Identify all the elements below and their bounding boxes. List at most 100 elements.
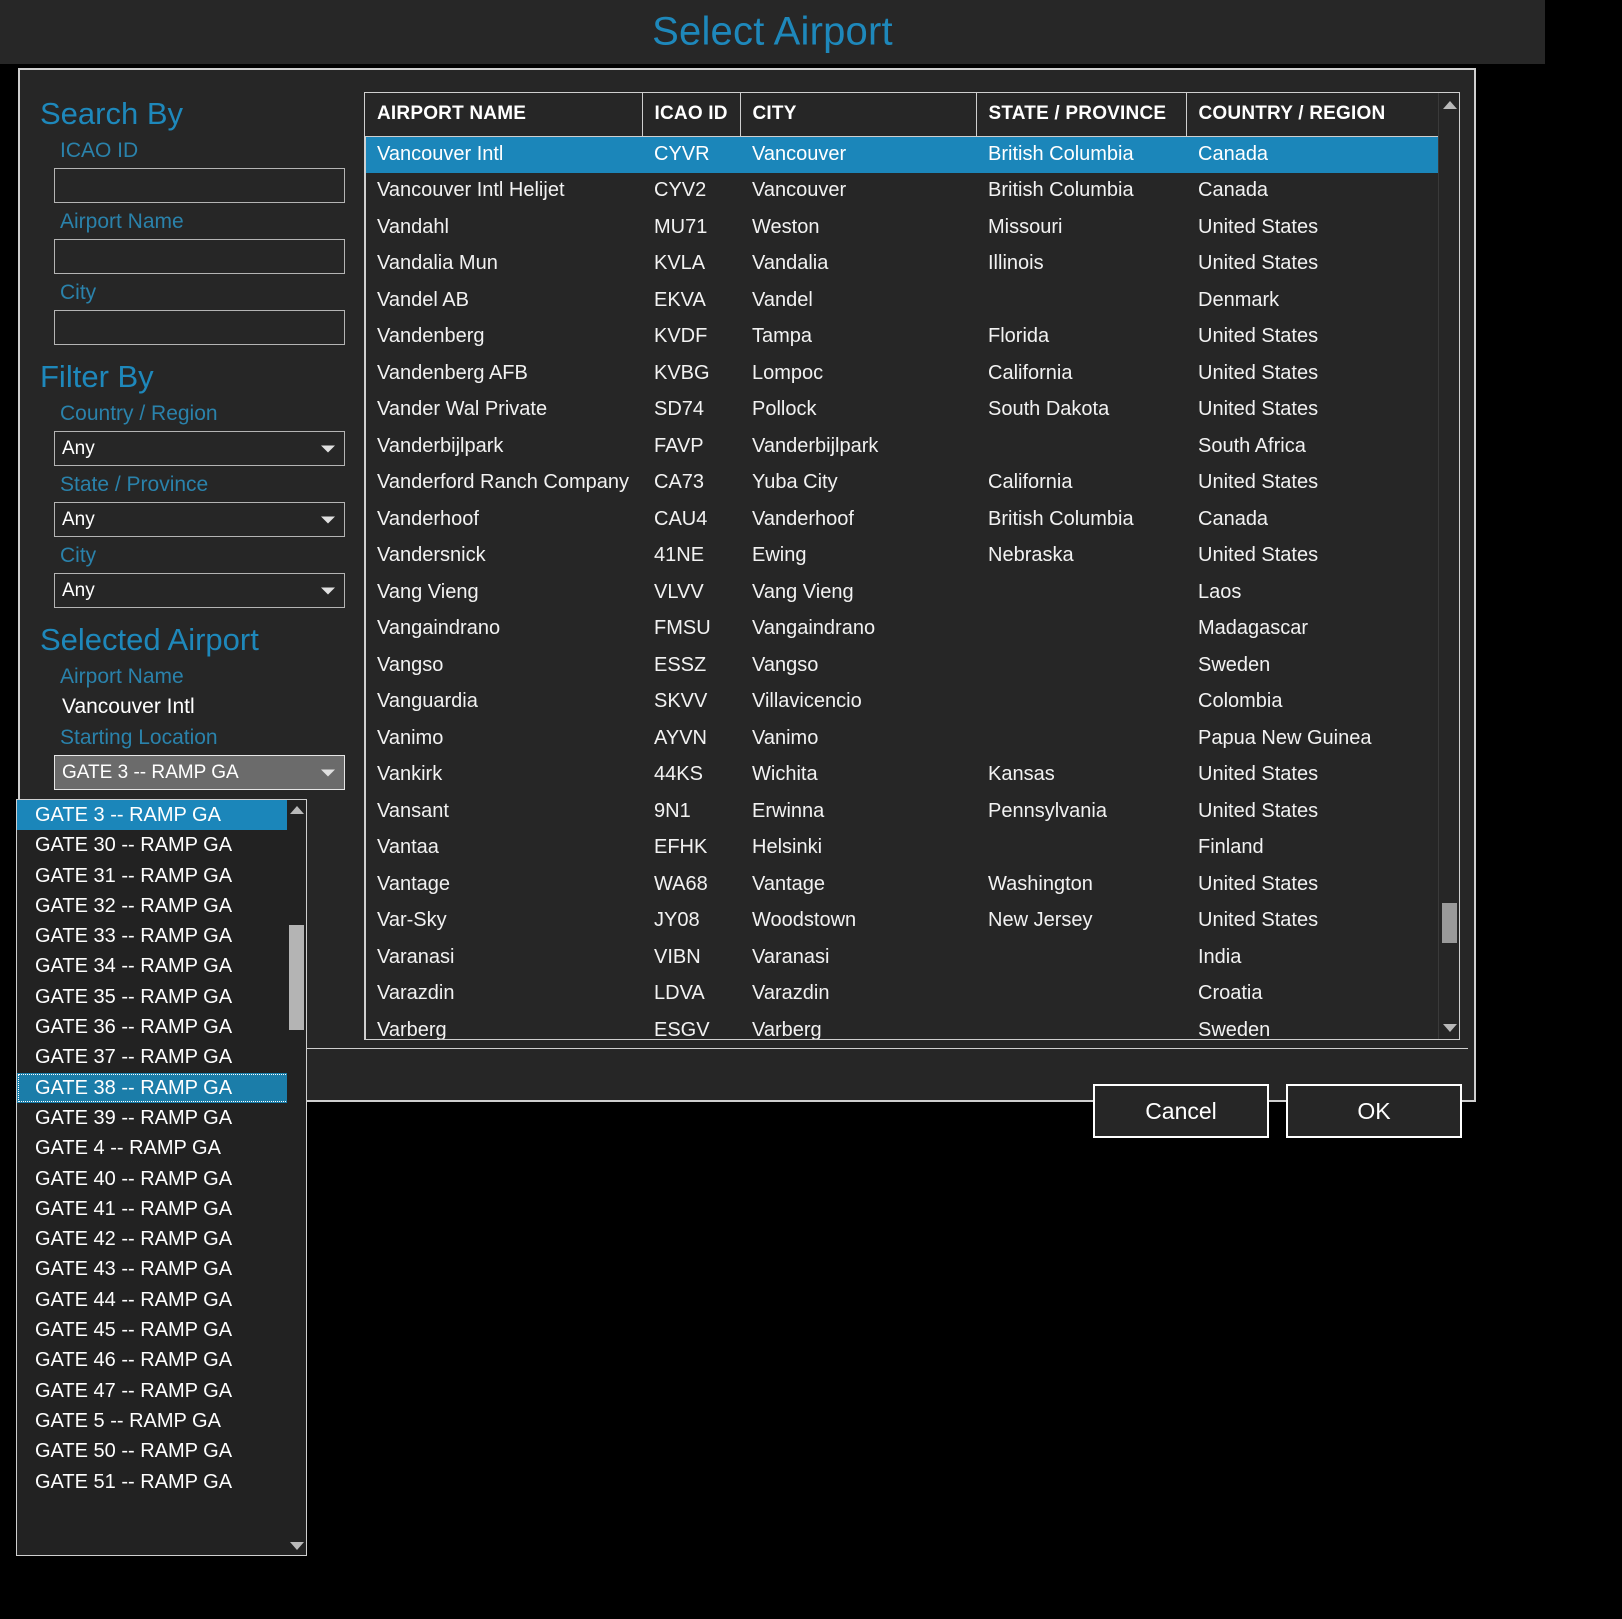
dropdown-option[interactable]: GATE 33 -- RAMP GA (17, 921, 289, 951)
dropdown-option[interactable]: GATE 5 -- RAMP GA (17, 1406, 289, 1436)
starting-location-dropdown[interactable]: GATE 3 -- RAMP GAGATE 30 -- RAMP GAGATE … (16, 799, 307, 1556)
table-row[interactable]: VanderhoofCAU4VanderhoofBritish Columbia… (365, 501, 1440, 538)
table-row[interactable]: VarazdinLDVAVarazdinCroatia (365, 976, 1440, 1013)
table-cell: CAU4 (642, 501, 740, 538)
table-row[interactable]: Vankirk44KSWichitaKansasUnited States (365, 757, 1440, 794)
table-row[interactable]: VangaindranoFMSUVangaindranoMadagascar (365, 611, 1440, 648)
table-row[interactable]: VangsoESSZVangsoSweden (365, 647, 1440, 684)
table-row[interactable]: Vandel ABEKVAVandelDenmark (365, 282, 1440, 319)
table-cell: Vangso (740, 647, 976, 684)
column-header-city[interactable]: CITY (740, 93, 976, 136)
airport-name-input[interactable] (54, 239, 345, 274)
table-cell: Vandel AB (365, 282, 642, 319)
filter-city-select[interactable]: Any (54, 573, 345, 608)
dropdown-option[interactable]: GATE 40 -- RAMP GA (17, 1164, 289, 1194)
table-cell: Weston (740, 209, 976, 246)
dropdown-option[interactable]: GATE 50 -- RAMP GA (17, 1436, 289, 1466)
table-cell: Kansas (976, 757, 1186, 794)
table-row[interactable]: Vandalia MunKVLAVandaliaIllinoisUnited S… (365, 246, 1440, 283)
airport-table-body: Vancouver IntlCYVRVancouverBritish Colum… (365, 136, 1440, 1039)
table-cell: Pollock (740, 392, 976, 429)
dropdown-option[interactable]: GATE 35 -- RAMP GA (17, 982, 289, 1012)
dropdown-scrollbar-thumb[interactable] (289, 925, 304, 1030)
table-row[interactable]: VantageWA68VantageWashingtonUnited State… (365, 866, 1440, 903)
title-bar: Select Airport (0, 0, 1545, 64)
table-row[interactable]: VanimoAYVNVanimoPapua New Guinea (365, 720, 1440, 757)
table-scrollbar-thumb[interactable] (1442, 903, 1457, 943)
table-row[interactable]: Vandersnick41NEEwingNebraskaUnited State… (365, 538, 1440, 575)
column-header-state-province[interactable]: STATE / PROVINCE (976, 93, 1186, 136)
dropdown-option[interactable]: GATE 51 -- RAMP GA (17, 1467, 289, 1497)
dropdown-option[interactable]: GATE 30 -- RAMP GA (17, 830, 289, 860)
scroll-up-arrow-icon[interactable] (1439, 94, 1460, 115)
table-cell: British Columbia (976, 136, 1186, 173)
table-cell: Villavicencio (740, 684, 976, 721)
dropdown-option[interactable]: GATE 34 -- RAMP GA (17, 951, 289, 981)
table-cell: Vanderford Ranch Company (365, 465, 642, 502)
table-cell: Finland (1186, 830, 1440, 867)
country-region-select[interactable]: Any (54, 431, 345, 466)
dropdown-option[interactable]: GATE 37 -- RAMP GA (17, 1042, 289, 1072)
city-input[interactable] (54, 310, 345, 345)
table-cell: EFHK (642, 830, 740, 867)
dropdown-option[interactable]: GATE 32 -- RAMP GA (17, 891, 289, 921)
table-row[interactable]: VanguardiaSKVVVillavicencioColombia (365, 684, 1440, 721)
dropdown-option[interactable]: GATE 43 -- RAMP GA (17, 1254, 289, 1284)
dropdown-option[interactable]: GATE 36 -- RAMP GA (17, 1012, 289, 1042)
table-row[interactable]: VandahlMU71WestonMissouriUnited States (365, 209, 1440, 246)
table-cell (976, 574, 1186, 611)
table-row[interactable]: VantaaEFHKHelsinkiFinland (365, 830, 1440, 867)
table-cell: Vangaindrano (740, 611, 976, 648)
table-cell: Canada (1186, 173, 1440, 210)
dropdown-option[interactable]: GATE 47 -- RAMP GA (17, 1376, 289, 1406)
table-row[interactable]: Vancouver Intl HelijetCYV2VancouverBriti… (365, 173, 1440, 210)
table-row[interactable]: Vancouver IntlCYVRVancouverBritish Colum… (365, 136, 1440, 173)
dropdown-option[interactable]: GATE 38 -- RAMP GA (17, 1073, 289, 1103)
scroll-down-arrow-icon[interactable] (1439, 1017, 1460, 1038)
table-cell: Varanasi (365, 939, 642, 976)
dropdown-option[interactable]: GATE 45 -- RAMP GA (17, 1315, 289, 1345)
table-cell: Vanderbijlpark (740, 428, 976, 465)
table-row[interactable]: VarbergESGVVarbergSweden (365, 1012, 1440, 1039)
table-cell: United States (1186, 793, 1440, 830)
column-header-airport-name[interactable]: AIRPORT NAME (365, 93, 642, 136)
dropdown-option[interactable]: GATE 41 -- RAMP GA (17, 1194, 289, 1224)
airport-table-container: AIRPORT NAME ICAO ID CITY STATE / PROVIN… (364, 92, 1460, 1040)
cancel-button[interactable]: Cancel (1093, 1084, 1269, 1138)
dropdown-option[interactable]: GATE 3 -- RAMP GA (17, 800, 289, 830)
dropdown-option[interactable]: GATE 44 -- RAMP GA (17, 1285, 289, 1315)
table-scrollbar[interactable] (1438, 93, 1459, 1039)
dropdown-scroll-down-arrow-icon[interactable] (287, 1536, 306, 1555)
table-row[interactable]: VanderbijlparkFAVPVanderbijlparkSouth Af… (365, 428, 1440, 465)
ok-button[interactable]: OK (1286, 1084, 1462, 1138)
table-row[interactable]: Vander Wal PrivateSD74PollockSouth Dakot… (365, 392, 1440, 429)
table-row[interactable]: VaranasiVIBNVaranasiIndia (365, 939, 1440, 976)
table-row[interactable]: Vang ViengVLVVVang ViengLaos (365, 574, 1440, 611)
dropdown-option[interactable]: GATE 42 -- RAMP GA (17, 1224, 289, 1254)
table-cell: KVLA (642, 246, 740, 283)
table-cell: Vandalia Mun (365, 246, 642, 283)
dropdown-option[interactable]: GATE 46 -- RAMP GA (17, 1345, 289, 1375)
icao-id-input[interactable] (54, 168, 345, 203)
table-cell: KVBG (642, 355, 740, 392)
table-row[interactable]: VandenbergKVDFTampaFloridaUnited States (365, 319, 1440, 356)
dropdown-option[interactable]: GATE 39 -- RAMP GA (17, 1103, 289, 1133)
table-cell: CYV2 (642, 173, 740, 210)
table-cell: Sweden (1186, 1012, 1440, 1039)
table-cell: Denmark (1186, 282, 1440, 319)
dropdown-scroll-up-arrow-icon[interactable] (287, 800, 306, 819)
dropdown-option[interactable]: GATE 31 -- RAMP GA (17, 861, 289, 891)
table-row[interactable]: Vanderford Ranch CompanyCA73Yuba CityCal… (365, 465, 1440, 502)
starting-location-option-list: GATE 3 -- RAMP GAGATE 30 -- RAMP GAGATE … (17, 800, 289, 1555)
column-header-country-region[interactable]: COUNTRY / REGION (1186, 93, 1440, 136)
table-cell: Laos (1186, 574, 1440, 611)
table-cell: ESSZ (642, 647, 740, 684)
column-header-icao-id[interactable]: ICAO ID (642, 93, 740, 136)
dropdown-option[interactable]: GATE 4 -- RAMP GA (17, 1133, 289, 1163)
table-row[interactable]: Vandenberg AFBKVBGLompocCaliforniaUnited… (365, 355, 1440, 392)
dropdown-scrollbar[interactable] (287, 800, 306, 1555)
starting-location-select[interactable]: GATE 3 -- RAMP GA (54, 755, 345, 790)
table-row[interactable]: Vansant9N1ErwinnaPennsylvaniaUnited Stat… (365, 793, 1440, 830)
table-row[interactable]: Var-SkyJY08WoodstownNew JerseyUnited Sta… (365, 903, 1440, 940)
state-province-select[interactable]: Any (54, 502, 345, 537)
